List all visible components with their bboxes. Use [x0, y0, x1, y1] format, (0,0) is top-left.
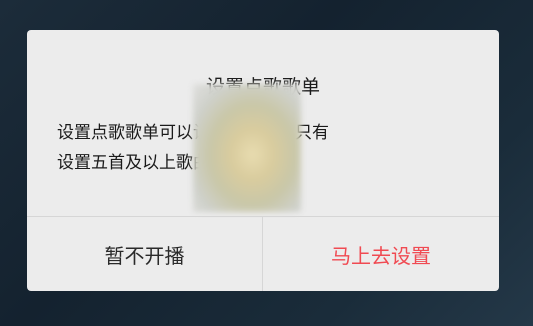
go-to-settings-button[interactable]: 马上去设置: [263, 217, 499, 291]
song-list-setup-dialog: 设置点歌歌单 设置点歌歌单可以让用户点歌，只有 设置五首及以上歌曲才能开播哦 暂…: [27, 30, 499, 291]
not-start-broadcast-button[interactable]: 暂不开播: [27, 217, 262, 291]
blurred-image-overlay: [193, 84, 301, 212]
